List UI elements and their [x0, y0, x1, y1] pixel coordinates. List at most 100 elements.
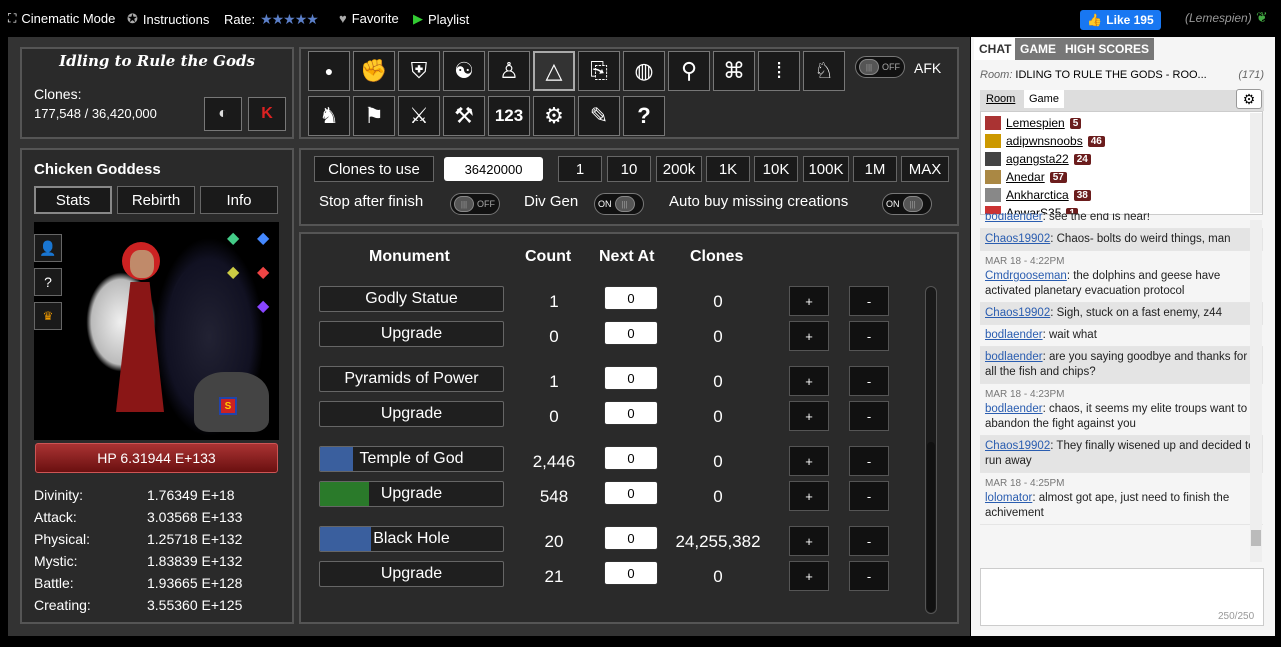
subtab-room[interactable]: Room: [983, 92, 1018, 106]
rate-widget[interactable]: Rate: ★★★★★: [224, 11, 319, 28]
tab-game[interactable]: GAME: [1015, 38, 1061, 60]
next-at-input[interactable]: 0: [604, 286, 658, 310]
person-icon[interactable]: ♙: [488, 51, 530, 91]
divinity-orb-icon[interactable]: ●: [308, 51, 350, 91]
message-author[interactable]: bodlaender: [985, 213, 1043, 223]
bat-icon[interactable]: ⌘: [713, 51, 755, 91]
add-clones-button[interactable]: +: [789, 561, 829, 591]
afk-toggle[interactable]: ||| OFF: [855, 56, 905, 78]
messages-scroll-thumb[interactable]: [1251, 530, 1261, 546]
amount-200k-button[interactable]: 200k: [656, 156, 702, 182]
spaceship-icon[interactable]: ⚲: [668, 51, 710, 91]
user-row[interactable]: Anedar 57: [981, 168, 1262, 186]
counter-icon[interactable]: 123: [488, 96, 530, 136]
question-icon[interactable]: ?: [34, 268, 62, 296]
crown-icon[interactable]: ♛: [34, 302, 62, 330]
chat-settings-gear-icon[interactable]: ⚙: [1236, 89, 1262, 109]
next-at-input[interactable]: 0: [604, 321, 658, 345]
remove-clones-button[interactable]: -: [849, 526, 889, 556]
remove-clones-button[interactable]: -: [849, 401, 889, 431]
cat-icon[interactable]: ♞: [308, 96, 350, 136]
amount-1k-button[interactable]: 1K: [706, 156, 750, 182]
clones-input[interactable]: 36420000: [444, 157, 543, 181]
clones-icon[interactable]: ⁞: [758, 51, 800, 91]
message-author[interactable]: Chaos19902: [985, 440, 1050, 452]
messages-scrollbar[interactable]: [1250, 220, 1262, 562]
tab-rebirth[interactable]: Rebirth: [117, 186, 195, 214]
remove-clones-button[interactable]: -: [849, 286, 889, 316]
chicken-icon[interactable]: ♘: [803, 51, 845, 91]
next-at-input[interactable]: 0: [604, 446, 658, 470]
tab-chat[interactable]: CHAT: [974, 38, 1017, 60]
message-author[interactable]: Chaos19902: [985, 233, 1050, 245]
message-author[interactable]: Cmdrgooseman: [985, 270, 1067, 282]
remove-clones-button[interactable]: -: [849, 321, 889, 351]
shield-icon[interactable]: ⛨: [398, 51, 440, 91]
add-clones-button[interactable]: +: [789, 526, 829, 556]
character-portrait: S ◆ ◆ ◆ ◆ ◆: [34, 222, 279, 440]
next-at-input[interactable]: 0: [604, 526, 658, 550]
cinematic-mode-button[interactable]: ⛶ Cinematic Mode: [8, 11, 115, 26]
crossed-swords-icon[interactable]: ⚔: [398, 96, 440, 136]
add-clones-button[interactable]: +: [789, 286, 829, 316]
message-author[interactable]: bodlaender: [985, 403, 1043, 415]
amount-10k-button[interactable]: 10K: [754, 156, 798, 182]
help-icon[interactable]: ?: [623, 96, 665, 136]
remove-clones-button[interactable]: -: [849, 366, 889, 396]
stop-after-finish-toggle[interactable]: ||| OFF: [450, 193, 500, 215]
message-author[interactable]: Chaos19902: [985, 307, 1050, 319]
room-name[interactable]: IDLING TO RULE THE GODS - ROO...: [1015, 69, 1206, 81]
bird-icon[interactable]: ⚑: [353, 96, 395, 136]
next-at-input[interactable]: 0: [604, 366, 658, 390]
remove-clones-button[interactable]: -: [849, 446, 889, 476]
next-at-input[interactable]: 0: [604, 561, 658, 585]
anvil-icon[interactable]: ⚒: [443, 96, 485, 136]
next-at-input[interactable]: 0: [604, 481, 658, 505]
favorite-button[interactable]: ♥ Favorite: [339, 11, 399, 26]
message-author[interactable]: lolomator: [985, 492, 1032, 504]
user-list-scrollbar[interactable]: [1250, 113, 1262, 213]
remove-clones-button[interactable]: -: [849, 561, 889, 591]
message-author[interactable]: bodlaender: [985, 329, 1043, 341]
add-clones-button[interactable]: +: [789, 401, 829, 431]
gear-icon: ✪: [127, 11, 138, 26]
playlist-button[interactable]: ▶ Playlist: [413, 11, 469, 27]
light-egg-icon[interactable]: ◐: [204, 97, 242, 131]
swirl-icon[interactable]: ☯: [443, 51, 485, 91]
subtab-game[interactable]: Game: [1024, 90, 1064, 108]
amount-1-button[interactable]: 1: [558, 156, 602, 182]
scroll-icon[interactable]: ⎘: [578, 51, 620, 91]
rating-stars[interactable]: ★★★★★: [260, 11, 319, 28]
amount-10-button[interactable]: 10: [607, 156, 651, 182]
profile-icon[interactable]: 👤: [34, 234, 62, 262]
add-clones-button[interactable]: +: [789, 446, 829, 476]
add-clones-button[interactable]: +: [789, 366, 829, 396]
message-author[interactable]: bodlaender: [985, 351, 1043, 363]
instructions-button[interactable]: ✪ Instructions: [127, 11, 209, 27]
div-gen-toggle[interactable]: ON |||: [594, 193, 644, 215]
user-row[interactable]: adipwnsnoobs 46: [981, 132, 1262, 150]
tab-info[interactable]: Info: [200, 186, 278, 214]
user-row[interactable]: Lemespien 5: [981, 114, 1262, 132]
like-button[interactable]: 👍 Like 195: [1080, 10, 1161, 30]
settings-gear-icon[interactable]: ⚙: [533, 96, 575, 136]
tab-high-scores[interactable]: HIGH SCORES: [1060, 38, 1155, 60]
remove-clones-button[interactable]: -: [849, 481, 889, 511]
pyramid-icon[interactable]: △: [533, 51, 575, 91]
scrollbar-thumb[interactable]: [927, 442, 935, 612]
auto-buy-toggle[interactable]: ON |||: [882, 193, 932, 215]
book-icon[interactable]: ✎: [578, 96, 620, 136]
add-clones-button[interactable]: +: [789, 481, 829, 511]
amount-max-button[interactable]: MAX: [901, 156, 949, 182]
user-row[interactable]: Ankharctica 38: [981, 186, 1262, 204]
kongregate-icon[interactable]: K: [248, 97, 286, 131]
planet-icon[interactable]: ◍: [623, 51, 665, 91]
add-clones-button[interactable]: +: [789, 321, 829, 351]
amount-100k-button[interactable]: 100K: [803, 156, 849, 182]
monuments-scrollbar[interactable]: [925, 286, 937, 614]
tab-stats[interactable]: Stats: [34, 186, 112, 214]
amount-1m-button[interactable]: 1M: [853, 156, 897, 182]
user-row[interactable]: agangsta22 24: [981, 150, 1262, 168]
fist-icon[interactable]: ✊: [353, 51, 395, 91]
next-at-input[interactable]: 0: [604, 401, 658, 425]
